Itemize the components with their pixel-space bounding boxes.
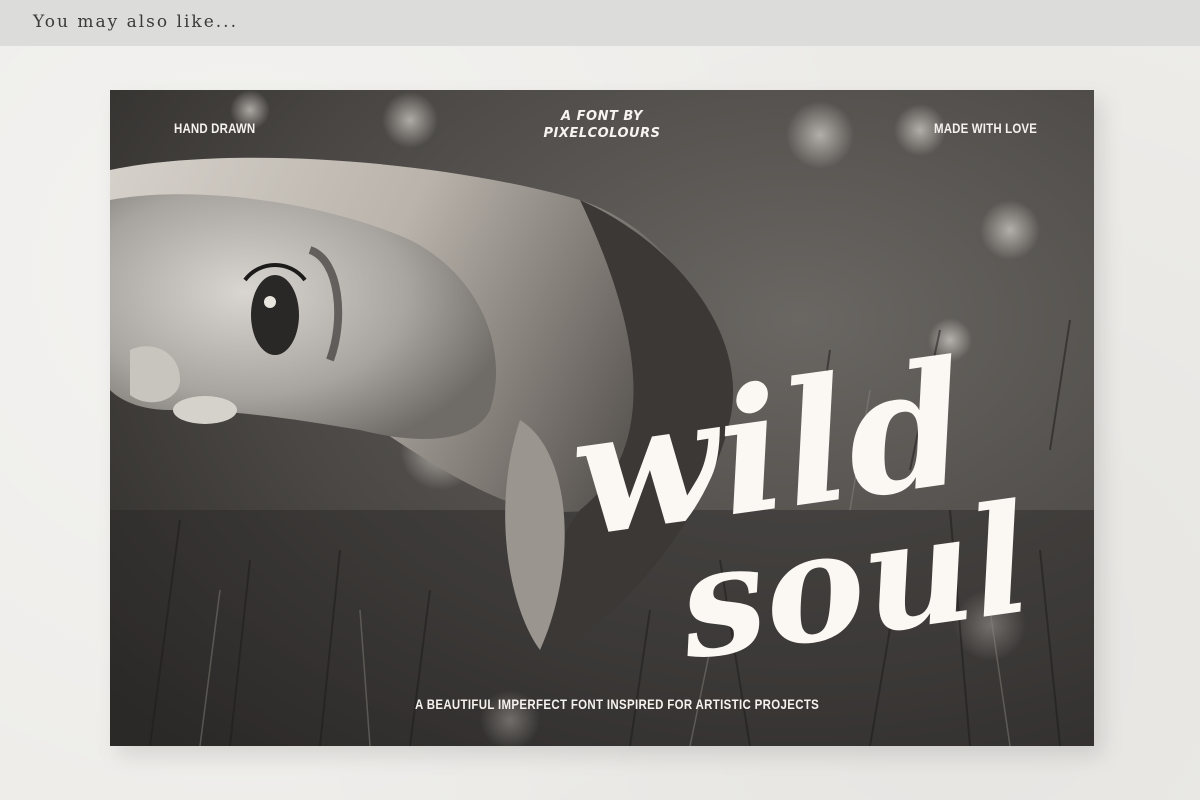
tagline: A BEAUTIFUL IMPERFECT FONT INSPIRED FOR …: [415, 696, 820, 712]
section-title: You may also like...: [33, 12, 238, 32]
script-title: wild soul: [560, 323, 1040, 694]
font-preview-card[interactable]: HAND DRAWN A FONT BY PIXELCOLOURS MADE W…: [110, 90, 1094, 746]
header-bar: You may also like...: [0, 0, 1200, 46]
